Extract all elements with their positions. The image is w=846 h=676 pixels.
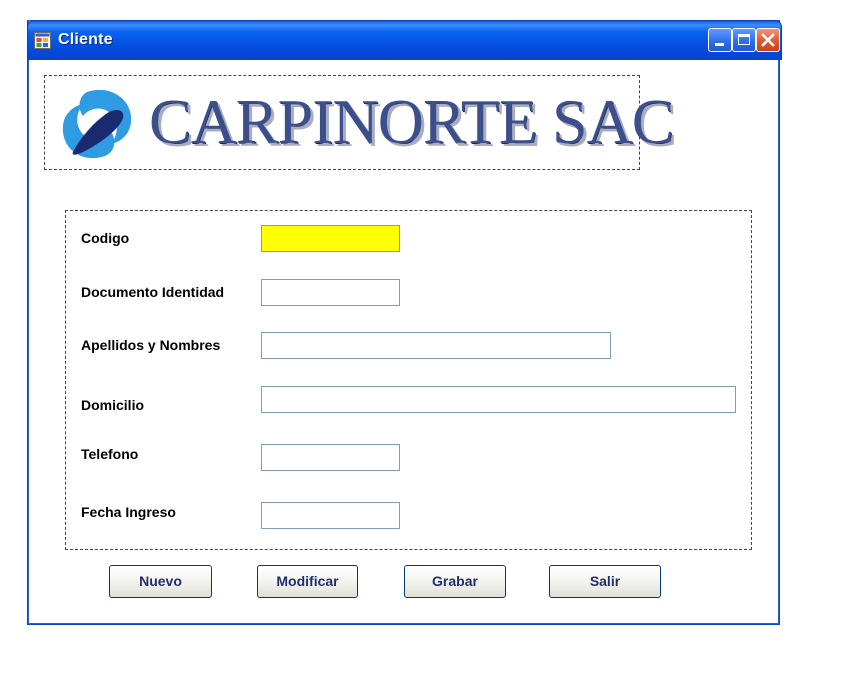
- codigo-input[interactable]: [261, 225, 400, 252]
- swirl-logo-icon: [62, 89, 132, 159]
- nuevo-button[interactable]: Nuevo: [109, 565, 212, 598]
- fecha-ingreso-label: Fecha Ingreso: [81, 504, 176, 520]
- form-app-icon: [34, 32, 51, 49]
- window-title: Cliente: [58, 31, 113, 48]
- maximize-icon: [738, 34, 750, 45]
- domicilio-input[interactable]: [261, 386, 736, 413]
- codigo-label: Codigo: [81, 230, 130, 246]
- title-bar[interactable]: Cliente: [27, 20, 782, 60]
- salir-button[interactable]: Salir: [549, 565, 661, 598]
- telefono-label: Telefono: [81, 446, 139, 462]
- documento-identidad-input[interactable]: [261, 279, 400, 306]
- client-form-panel: Codigo Documento Identidad Apellidos y N…: [65, 210, 752, 550]
- apellidos-nombres-label: Apellidos y Nombres: [81, 337, 221, 353]
- close-icon: [761, 33, 775, 47]
- logo-panel: CARPINORTE SAC: [44, 75, 674, 170]
- minimize-button[interactable]: [708, 28, 732, 52]
- maximize-button[interactable]: [732, 28, 756, 52]
- telefono-input[interactable]: [261, 444, 400, 471]
- cliente-window: Cliente CARPINORTE SAC Codigo Documento …: [27, 20, 782, 625]
- grabar-button[interactable]: Grabar: [404, 565, 506, 598]
- apellidos-nombres-input[interactable]: [261, 332, 611, 359]
- domicilio-label: Domicilio: [81, 397, 145, 413]
- fecha-ingreso-input[interactable]: [261, 502, 400, 529]
- company-name: CARPINORTE SAC: [149, 86, 674, 157]
- modificar-button[interactable]: Modificar: [257, 565, 358, 598]
- close-button[interactable]: [756, 28, 780, 52]
- minimize-icon: [715, 43, 724, 46]
- documento-identidad-label: Documento Identidad: [81, 284, 225, 300]
